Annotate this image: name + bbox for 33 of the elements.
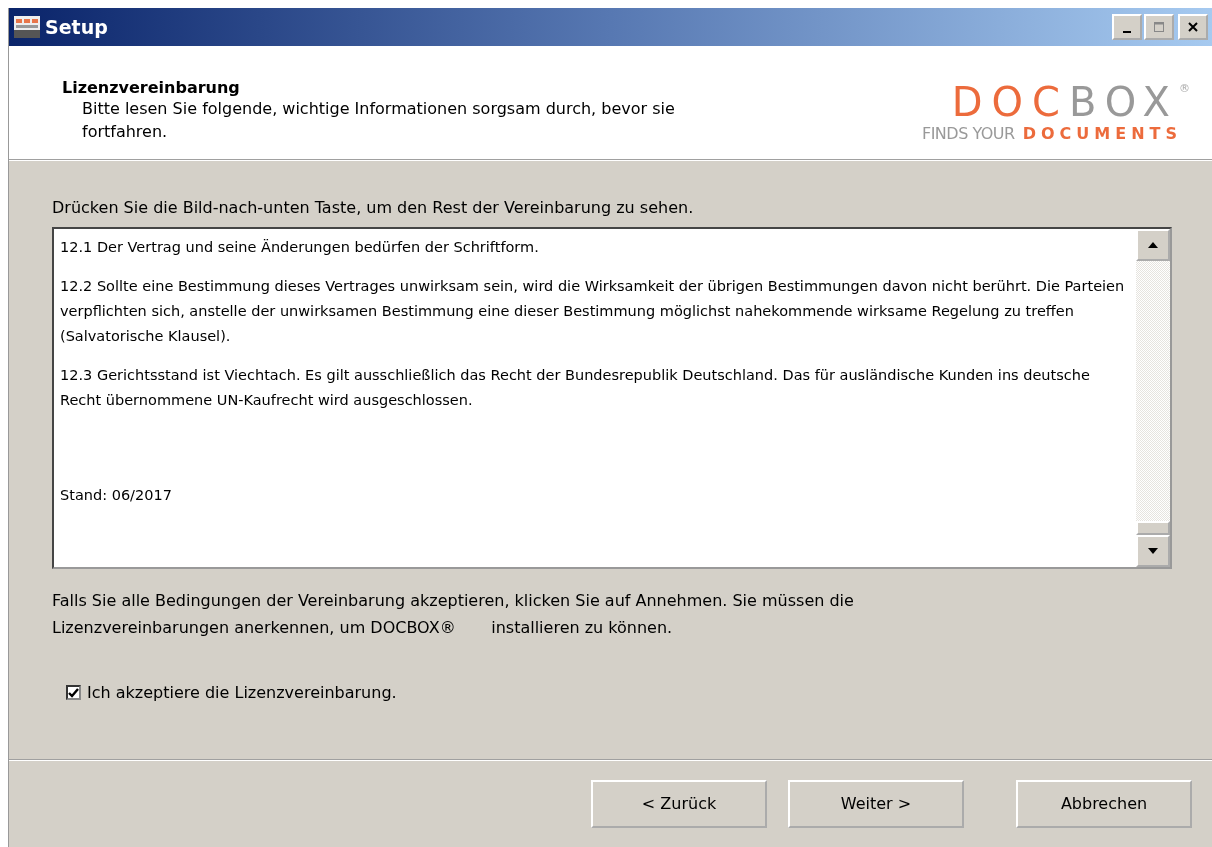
checkmark-icon <box>68 687 79 698</box>
app-icon <box>13 15 41 39</box>
license-paragraph: 12.1 Der Vertrag und seine Änderungen bedürfen der Schriftform. <box>60 238 540 257</box>
scrollbar[interactable] <box>1136 229 1170 567</box>
cancel-button[interactable]: Abbrechen <box>1016 779 1192 828</box>
minimize-icon <box>1123 31 1131 33</box>
logo-wordmark: BOX <box>1068 82 1179 122</box>
instruction-text: Drücken Sie die Bild-nach-unten Taste, um den Rest der Vereinbarung zu sehen. <box>52 198 695 217</box>
license-paragraph: 12.3 Gerichtsstand ist Viechtach. Es gilt ausschließlich das Recht der Bundesrepublik Deutschland. Das für ausländische Kunden ins deutsche Recht übernommene UN-Kaufrecht wird ausgeschlossen. <box>60 366 1091 410</box>
close-button[interactable] <box>1178 14 1208 40</box>
checkbox-label: Ich akzeptiere die Lizenzvereinbarung. <box>87 683 397 702</box>
logo-wordmark: DOC <box>951 82 1069 122</box>
minimize-button[interactable] <box>1112 14 1142 40</box>
license-paragraph: 12.2 Sollte eine Bestimmung dieses Vertrages unwirksam sein, wird die Wirksamkeit der übrigen Bestimmungen davon nicht berührt. Die Parteien verpflichten sich, anstelle der unwirksamen Bestimmung eine dieser Bestimmung möglichst nahekommende wirksame Regelung zu treffen (Salvatorische Klausel). <box>60 277 1126 346</box>
registered-mark: ® <box>1179 82 1190 96</box>
next-button[interactable]: Weiter > <box>788 779 964 828</box>
checkbox[interactable] <box>66 685 81 700</box>
back-button[interactable]: < Zurück <box>591 779 767 828</box>
maximize-icon <box>1154 22 1164 32</box>
instruction-text: Falls Sie alle Bedingungen der Vereinbarung akzeptieren, klicken Sie auf Annehmen. Sie müssen die Lizenzvereinbarungen anerkennen, um DOCBOX® installieren zu können. <box>52 590 855 639</box>
up-arrow-icon <box>1148 242 1158 248</box>
accept-checkbox[interactable]: Ich akzeptiere die Lizenzvereinbarung. <box>66 683 1212 702</box>
scroll-down-button[interactable] <box>1136 535 1170 567</box>
logo-tagline: FINDS YOUR <box>921 124 1015 143</box>
down-arrow-icon <box>1148 548 1158 554</box>
page-subtitle: Bitte lesen Sie folgende, wichtige Informationen sorgsam durch, bevor sie fortfahren. <box>82 98 676 143</box>
page-title: Lizenzvereinbarung <box>62 78 241 97</box>
logo-tagline: DOCUMENTS <box>1022 124 1182 143</box>
scroll-up-button[interactable] <box>1136 229 1170 261</box>
scroll-thumb[interactable] <box>1136 521 1170 535</box>
window-title: Setup <box>45 16 109 38</box>
close-icon <box>1188 22 1198 32</box>
license-paragraph: Stand: 06/2017 <box>60 486 173 505</box>
